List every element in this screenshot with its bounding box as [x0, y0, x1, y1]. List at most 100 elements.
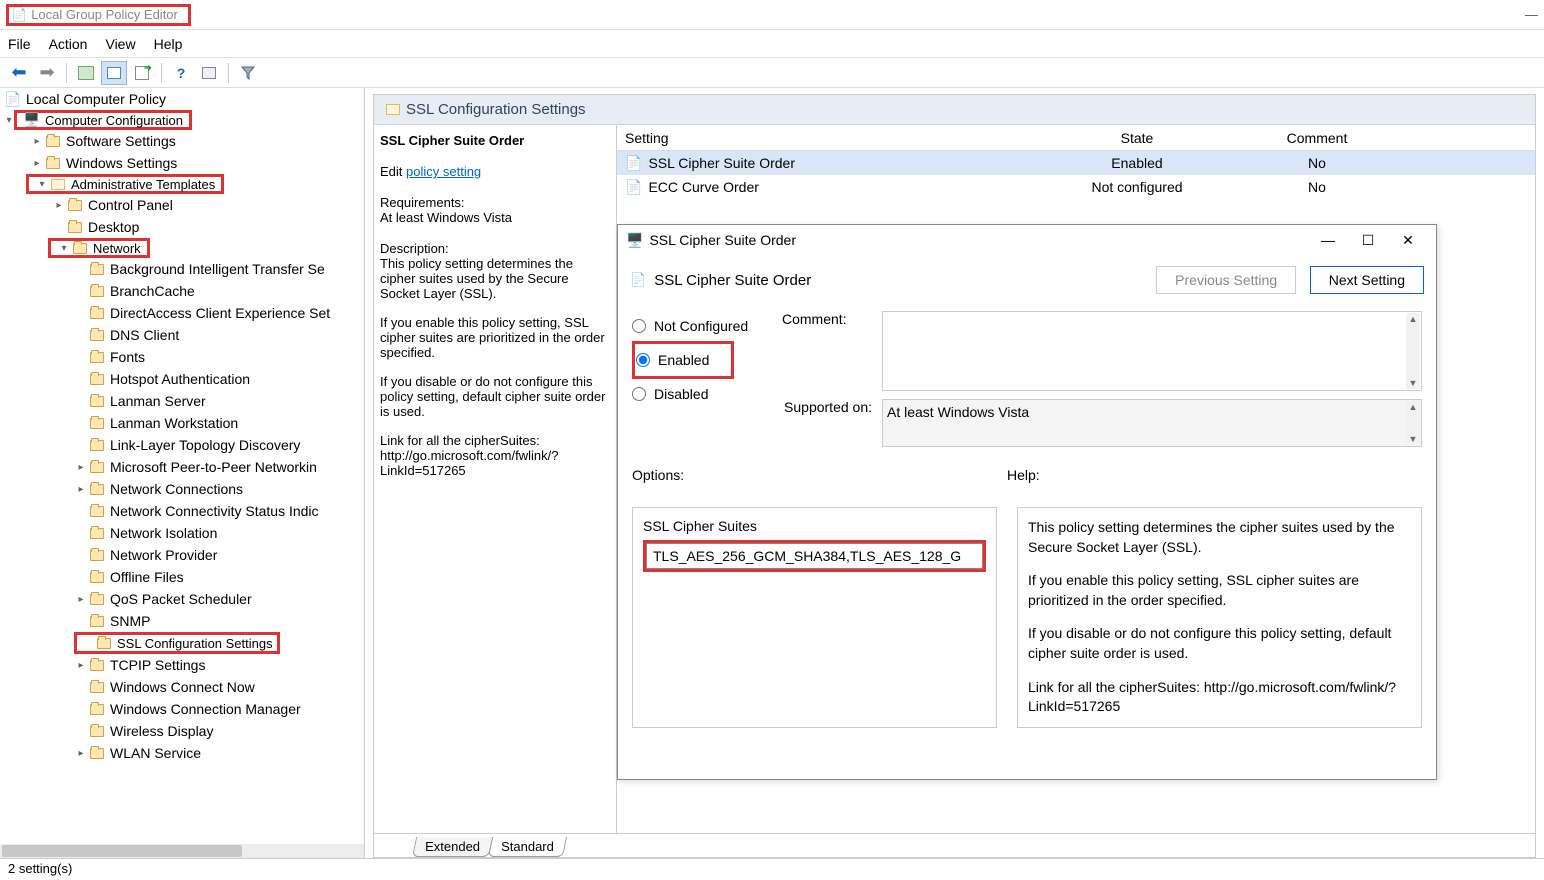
export-button[interactable]: ➜: [129, 61, 155, 85]
tab-extended[interactable]: Extended: [425, 839, 480, 854]
dialog-close-button[interactable]: ✕: [1388, 228, 1428, 252]
tree-item[interactable]: ▸QoS Packet Scheduler: [0, 588, 364, 610]
up-button[interactable]: [73, 61, 99, 85]
chevron-down-icon[interactable]: ▾: [0, 115, 14, 126]
menu-help[interactable]: Help: [154, 36, 183, 52]
tree-item[interactable]: Network Connectivity Status Indic: [0, 500, 364, 522]
folder-icon: [88, 525, 106, 541]
list-item[interactable]: 📄SSL Cipher Suite Order Enabled No: [617, 151, 1535, 175]
menu-action[interactable]: Action: [49, 36, 88, 52]
horizontal-scrollbar[interactable]: [0, 844, 364, 858]
list-item-name: ECC Curve Order: [648, 179, 758, 195]
dialog-titlebar: 🖥️ SSL Cipher Suite Order — ☐ ✕: [618, 225, 1436, 255]
tree-item[interactable]: Lanman Server: [0, 390, 364, 412]
cipher-suites-input[interactable]: [646, 543, 983, 569]
folder-icon: [88, 657, 106, 673]
show-hide-tree-button[interactable]: [101, 61, 127, 85]
radio-input[interactable]: [632, 387, 646, 401]
toolbar: ⬅ ➡ ➜ ?: [0, 58, 1544, 88]
tree-item[interactable]: Network Isolation: [0, 522, 364, 544]
tree-item[interactable]: ▸ Control Panel: [0, 194, 364, 216]
forward-button[interactable]: ➡: [34, 61, 60, 85]
minimize-button[interactable]: —: [1525, 7, 1538, 22]
col-comment[interactable]: Comment: [1227, 130, 1407, 146]
chevron-right-icon[interactable]: ▸: [52, 200, 66, 211]
tree-item[interactable]: SNMP: [0, 610, 364, 632]
tree-item[interactable]: Wireless Display: [0, 720, 364, 742]
dialog-title: SSL Cipher Suite Order: [649, 232, 796, 248]
tree-item[interactable]: DirectAccess Client Experience Set: [0, 302, 364, 324]
tree-item[interactable]: Lanman Workstation: [0, 412, 364, 434]
tree-root[interactable]: 📄 Local Computer Policy: [0, 88, 364, 110]
radio-enabled[interactable]: Enabled: [636, 345, 709, 375]
folder-icon: [88, 305, 106, 321]
folder-icon: [88, 591, 106, 607]
folder-icon: [88, 503, 106, 519]
menu-view[interactable]: View: [105, 36, 135, 52]
col-setting[interactable]: Setting: [617, 130, 1047, 146]
help-button[interactable]: ?: [168, 61, 194, 85]
edit-policy-link[interactable]: policy setting: [406, 164, 481, 179]
tree-item[interactable]: Hotspot Authentication: [0, 368, 364, 390]
list-item[interactable]: 📄ECC Curve Order Not configured No: [617, 175, 1535, 199]
tree-item[interactable]: Offline Files: [0, 566, 364, 588]
tree-item[interactable]: Desktop: [0, 216, 364, 238]
tree-item[interactable]: Network Provider: [0, 544, 364, 566]
tree-item[interactable]: Windows Connect Now: [0, 676, 364, 698]
dialog-maximize-button[interactable]: ☐: [1348, 228, 1388, 252]
chevron-down-icon[interactable]: ▾: [35, 179, 49, 190]
next-setting-button[interactable]: Next Setting: [1310, 266, 1424, 294]
tree-item[interactable]: Background Intelligent Transfer Se: [0, 258, 364, 280]
tree-network[interactable]: Network: [93, 241, 141, 256]
filter-button[interactable]: [235, 61, 261, 85]
radio-label: Enabled: [658, 352, 709, 368]
tree-computer-config[interactable]: Computer Configuration: [45, 113, 183, 128]
previous-setting-button[interactable]: Previous Setting: [1156, 266, 1296, 294]
chevron-right-icon[interactable]: ▸: [74, 748, 88, 759]
folder-icon: [44, 155, 62, 171]
tree-item[interactable]: ▸ Software Settings: [0, 130, 364, 152]
radio-input[interactable]: [632, 319, 646, 333]
tree-item[interactable]: ▸ TCPIP Settings: [0, 654, 364, 676]
tree-item[interactable]: ▸Network Connections: [0, 478, 364, 500]
tree-item-label: TCPIP Settings: [110, 657, 205, 673]
help-p3: If you disable or do not configure this …: [1028, 624, 1411, 663]
tree-item[interactable]: Fonts: [0, 346, 364, 368]
menu-file[interactable]: File: [8, 36, 31, 52]
description-p2: If you enable this policy setting, SSL c…: [380, 315, 610, 360]
help-p1: This policy setting determines the ciphe…: [1028, 518, 1411, 557]
tree-item-label: Control Panel: [88, 197, 173, 213]
comment-textarea[interactable]: ▲▼: [882, 311, 1422, 391]
back-button[interactable]: ⬅: [6, 61, 32, 85]
setting-icon: 📄: [625, 155, 642, 172]
chevron-right-icon[interactable]: ▸: [74, 594, 88, 605]
tree-admin-templates[interactable]: Administrative Templates: [71, 177, 215, 192]
chevron-right-icon[interactable]: ▸: [74, 484, 88, 495]
tab-standard[interactable]: Standard: [501, 839, 554, 854]
dialog-icon: 🖥️: [626, 232, 643, 249]
radio-disabled[interactable]: Disabled: [632, 379, 782, 409]
tree-item[interactable]: DNS Client: [0, 324, 364, 346]
chevron-right-icon[interactable]: ▸: [74, 462, 88, 473]
chevron-right-icon[interactable]: ▸: [30, 158, 44, 169]
radio-input[interactable]: [636, 353, 650, 367]
scrollbar[interactable]: ▲▼: [1406, 313, 1420, 389]
chevron-right-icon[interactable]: ▸: [30, 136, 44, 147]
radio-not-configured[interactable]: Not Configured: [632, 311, 782, 341]
tree-item[interactable]: Windows Connection Manager: [0, 698, 364, 720]
tree-item[interactable]: BranchCache: [0, 280, 364, 302]
scrollbar[interactable]: ▲▼: [1406, 401, 1420, 445]
folder-icon: [88, 415, 106, 431]
tree-item[interactable]: ▸ Windows Settings: [0, 152, 364, 174]
tree-item-label: Offline Files: [110, 569, 184, 585]
properties-button[interactable]: [196, 61, 222, 85]
tree-ssl-config[interactable]: SSL Configuration Settings: [117, 636, 273, 651]
tree-item[interactable]: ▸Microsoft Peer-to-Peer Networkin: [0, 456, 364, 478]
col-state[interactable]: State: [1047, 130, 1227, 146]
dialog-minimize-button[interactable]: —: [1308, 228, 1348, 252]
tree-item[interactable]: ▸WLAN Service: [0, 742, 364, 764]
chevron-down-icon[interactable]: ▾: [57, 243, 71, 254]
tree-item[interactable]: Link-Layer Topology Discovery: [0, 434, 364, 456]
chevron-right-icon[interactable]: ▸: [74, 660, 88, 671]
folder-icon: [88, 437, 106, 453]
